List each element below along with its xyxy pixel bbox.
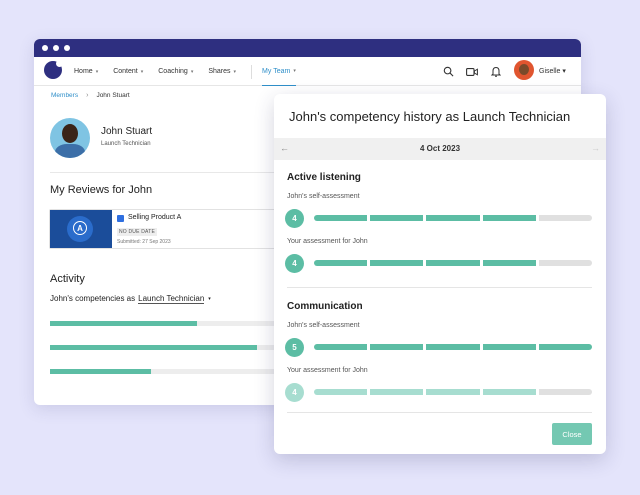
- logo-icon[interactable]: [44, 60, 63, 79]
- score-segment: [426, 389, 480, 395]
- competency-role-selector: John's competencies as Launch Technician…: [50, 294, 211, 304]
- review-submitted-date: Submitted: 27 Sep 2023: [117, 239, 171, 245]
- chevron-down-icon: ▾: [233, 68, 237, 75]
- section-divider: [287, 287, 592, 288]
- date-navigator: ← 4 Oct 2023 →: [274, 138, 606, 160]
- score-segment: [370, 344, 424, 350]
- nav-item-shares[interactable]: Shares ▾: [208, 57, 236, 86]
- score-segment: [426, 215, 480, 221]
- score-segment: [482, 215, 536, 221]
- close-button[interactable]: Close: [552, 423, 592, 445]
- top-navigation: Home ▾ Content ▾ Coaching ▾ Shares ▾ My Team…: [34, 57, 581, 86]
- activity-heading: Activity: [50, 273, 85, 285]
- score-segment: [538, 215, 593, 221]
- self-assessment-label: John's self-assessment: [287, 322, 360, 329]
- score-segment: [314, 215, 368, 221]
- activity-bar: [50, 369, 280, 374]
- score-badge: 4: [285, 383, 304, 402]
- competency-prefix: John's competencies as: [50, 294, 136, 303]
- modal-title: John's competency history as Launch Tech…: [289, 109, 571, 124]
- score-segment: [370, 215, 424, 221]
- breadcrumb-link-members[interactable]: Members: [51, 92, 78, 99]
- score-segment: [370, 260, 424, 266]
- score-badge: 4: [285, 209, 304, 228]
- score-segment: [538, 260, 593, 266]
- video-icon[interactable]: [466, 66, 478, 78]
- score-segment: [314, 389, 368, 395]
- activity-bar-fill: [50, 321, 198, 326]
- nav-item-home[interactable]: Home ▾: [74, 57, 98, 86]
- review-card[interactable]: A Selling Product A NO DUE DATE Submitte…: [49, 209, 289, 249]
- reviews-heading: My Reviews for John: [50, 184, 153, 196]
- nav-divider: [251, 64, 253, 79]
- score-segment: [426, 344, 480, 350]
- due-date-badge: NO DUE DATE: [117, 228, 157, 236]
- competency-title: Active listening: [287, 172, 361, 183]
- arrow-right-icon[interactable]: →: [591, 143, 600, 153]
- window-titlebar: [34, 39, 581, 57]
- activity-bar: [50, 345, 280, 350]
- self-assessment-label: John's self-assessment: [287, 193, 360, 200]
- member-name: John Stuart: [101, 126, 153, 137]
- section-divider: [50, 172, 280, 173]
- current-date: 4 Oct 2023: [419, 144, 461, 153]
- score-bar: [314, 215, 593, 221]
- breadcrumb: Members › John Stuart: [51, 92, 130, 99]
- score-segment: [370, 389, 424, 395]
- activity-bar-fill: [50, 369, 152, 374]
- nav-item-label: Home: [74, 68, 93, 75]
- assessment-label: Your assessment for John: [287, 367, 368, 374]
- score-segment: [314, 344, 368, 350]
- assessment-label: Your assessment for John: [287, 238, 368, 245]
- chevron-down-icon: ▾: [190, 68, 194, 75]
- score-bar: [314, 260, 593, 266]
- review-title: Selling Product A: [128, 214, 182, 221]
- breadcrumb-current: John Stuart: [96, 92, 130, 99]
- nav-item-content[interactable]: Content ▾: [113, 57, 143, 86]
- content-type-icon: [117, 215, 124, 222]
- score-segment: [314, 260, 368, 266]
- search-icon[interactable]: [442, 66, 454, 78]
- competency-history-modal: John's competency history as Launch Tech…: [274, 94, 606, 454]
- nav-icons: [442, 57, 502, 86]
- nav-item-coaching[interactable]: Coaching ▾: [158, 57, 193, 86]
- chevron-down-icon: ▾: [140, 68, 144, 75]
- activity-bar-fill: [50, 345, 257, 350]
- score-segment: [482, 344, 536, 350]
- chevron-down-icon: ▾: [293, 68, 296, 74]
- chevron-down-icon: ▾: [95, 68, 99, 75]
- role-dropdown[interactable]: Launch Technician: [138, 294, 205, 304]
- member-role: Launch Technician: [101, 141, 151, 147]
- chevron-right-icon: ›: [86, 92, 89, 99]
- activity-bar: [50, 321, 280, 326]
- competency-title: Communication: [287, 301, 363, 312]
- nav-item-label: Coaching: [158, 68, 188, 75]
- score-bar: [314, 389, 593, 395]
- window-dot-icon: [42, 45, 48, 51]
- member-avatar: [50, 118, 90, 158]
- nav-item-label: Shares: [208, 68, 231, 75]
- score-bar: [314, 344, 593, 350]
- nav-item-label: Content: [113, 68, 138, 75]
- review-thumbnail: A: [50, 210, 112, 248]
- window-dot-icon: [53, 45, 59, 51]
- nav-item-my-team[interactable]: My Team ▾: [262, 57, 296, 86]
- score-badge: 5: [285, 338, 304, 357]
- bell-icon[interactable]: [490, 66, 502, 78]
- nav-items: Home ▾ Content ▾ Coaching ▾ Shares ▾ My Team…: [74, 57, 311, 86]
- section-divider: [287, 412, 592, 413]
- window-dot-icon: [64, 45, 70, 51]
- score-segment: [538, 344, 593, 350]
- score-segment: [482, 389, 536, 395]
- user-menu[interactable]: Giselle ▾: [539, 67, 566, 75]
- score-badge: 4: [285, 254, 304, 273]
- score-segment: [538, 389, 593, 395]
- score-segment: [426, 260, 480, 266]
- badge-a-icon: A: [73, 221, 87, 235]
- user-avatar[interactable]: [514, 60, 534, 80]
- nav-item-label: My Team: [262, 67, 291, 75]
- score-segment: [482, 260, 536, 266]
- chevron-down-icon[interactable]: ▾: [208, 296, 211, 302]
